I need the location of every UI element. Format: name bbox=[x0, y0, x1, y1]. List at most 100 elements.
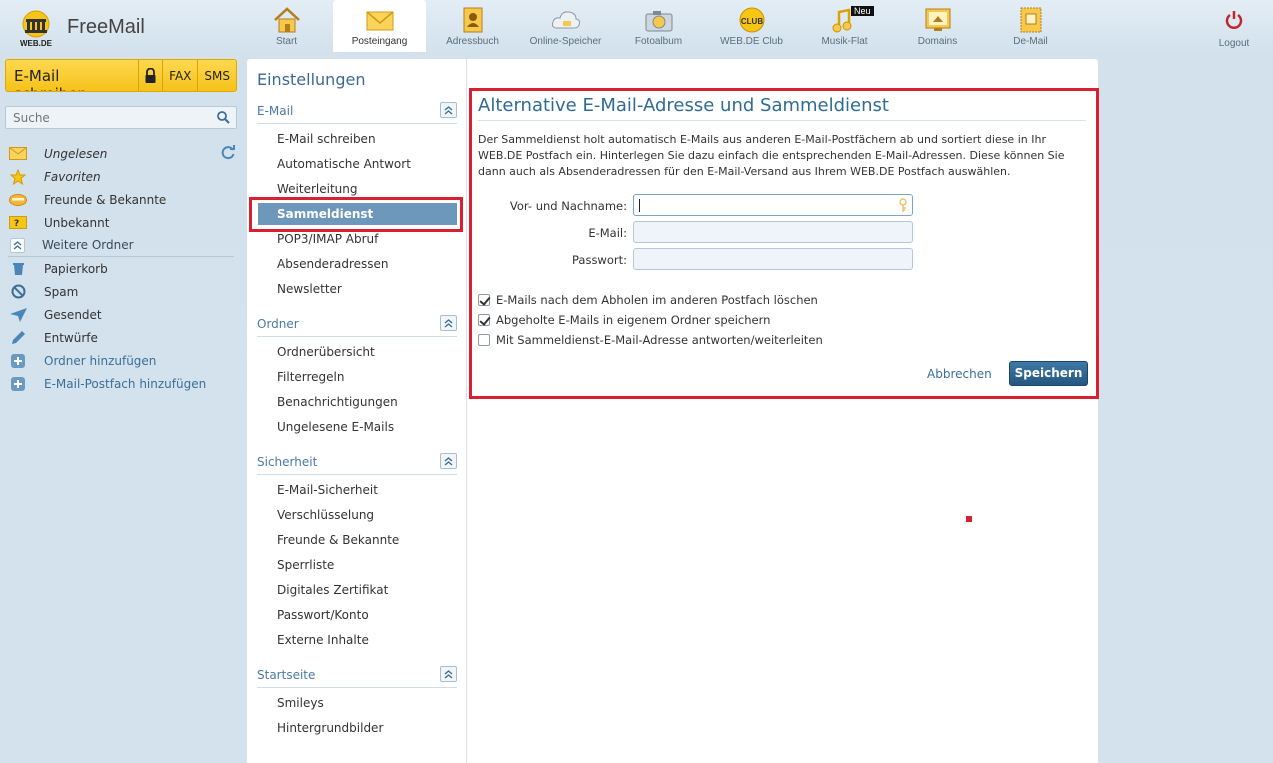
checkbox-delete-after-fetch[interactable]: E-Mails nach dem Abholen im anderen Post… bbox=[478, 293, 818, 307]
section-security: Sicherheit bbox=[257, 453, 457, 475]
nav-domains-label: Domains bbox=[917, 36, 958, 47]
settings-item[interactable]: E-Mail-Sicherheit bbox=[277, 483, 378, 497]
nav-club[interactable]: CLUB WEB.DE Club bbox=[705, 0, 798, 50]
collapse-button[interactable] bbox=[440, 102, 457, 118]
settings-item[interactable]: Automatische Antwort bbox=[277, 157, 411, 171]
collapse-button[interactable] bbox=[440, 315, 457, 331]
checkbox[interactable] bbox=[478, 294, 490, 306]
settings-item[interactable]: Weiterleitung bbox=[277, 182, 357, 196]
settings-title: Einstellungen bbox=[257, 70, 366, 89]
settings-item[interactable]: POP3/IMAP Abruf bbox=[277, 232, 378, 246]
password-field[interactable] bbox=[633, 248, 913, 270]
folder-friends[interactable]: Freunde & Bekannte bbox=[8, 188, 238, 211]
checkbox-reply-with-address[interactable]: Mit Sammeldienst-E-Mail-Adresse antworte… bbox=[478, 333, 823, 347]
nav-music[interactable]: Neu Musik-Flat bbox=[798, 0, 891, 50]
folder-label: Entwürfe bbox=[44, 330, 98, 345]
nav-inbox[interactable]: Posteingang bbox=[333, 0, 426, 52]
checkbox-own-folder[interactable]: Abgeholte E-Mails in eigenem Ordner spei… bbox=[478, 313, 770, 327]
search-icon[interactable] bbox=[217, 111, 230, 124]
folder-spam[interactable]: Spam bbox=[8, 280, 238, 303]
highlight-frame bbox=[249, 197, 463, 232]
save-button[interactable]: Speichern bbox=[1009, 361, 1088, 386]
settings-item[interactable]: Newsletter bbox=[277, 282, 342, 296]
chevrons-up-icon bbox=[444, 670, 453, 679]
webde-logo[interactable]: WEB.DE bbox=[16, 10, 56, 48]
collapse-button[interactable] bbox=[440, 453, 457, 469]
settings-item[interactable]: Absenderadressen bbox=[277, 257, 389, 271]
folder-sent[interactable]: Gesendet bbox=[8, 303, 238, 326]
section-folders: Ordner bbox=[257, 315, 457, 337]
form-title: Alternative E-Mail-Adresse und Sammeldie… bbox=[478, 95, 889, 116]
chevrons-up-icon bbox=[444, 319, 453, 328]
folder-list: Ungelesen Favoriten Freunde & Bekannte ?… bbox=[8, 142, 238, 395]
product-name: FreeMail bbox=[67, 16, 145, 38]
checkbox[interactable] bbox=[478, 314, 490, 326]
plus-icon bbox=[11, 376, 25, 391]
svg-text:?: ? bbox=[14, 219, 19, 229]
settings-item[interactable]: Filterregeln bbox=[277, 370, 345, 384]
folder-unknown[interactable]: ? Unbekannt bbox=[8, 211, 238, 234]
folder-favorites[interactable]: Favoriten bbox=[8, 165, 238, 188]
search-input[interactable] bbox=[6, 107, 206, 128]
settings-item[interactable]: E-Mail schreiben bbox=[277, 132, 376, 146]
folder-trash[interactable]: Papierkorb bbox=[8, 257, 238, 280]
checkbox[interactable] bbox=[478, 334, 490, 346]
folder-label: Freunde & Bekannte bbox=[44, 192, 167, 207]
nav-start[interactable]: Start bbox=[240, 0, 333, 50]
lock-icon bbox=[145, 67, 156, 83]
camera-icon bbox=[645, 11, 672, 32]
lock-button[interactable] bbox=[138, 60, 162, 91]
new-badge: Neu bbox=[851, 6, 874, 16]
cloud-icon bbox=[551, 11, 580, 29]
folder-label: Favoriten bbox=[44, 169, 101, 184]
settings-item[interactable]: Sperrliste bbox=[277, 558, 334, 572]
more-folders-toggle[interactable]: Weitere Ordner bbox=[8, 234, 234, 257]
compose-button[interactable]: E-Mail schreiben bbox=[6, 60, 138, 91]
folder-drafts[interactable]: Entwürfe bbox=[8, 326, 238, 349]
name-field[interactable] bbox=[633, 194, 913, 216]
settings-item[interactable]: Verschlüsselung bbox=[277, 508, 374, 522]
sms-button[interactable]: SMS bbox=[197, 60, 236, 91]
folder-unread[interactable]: Ungelesen bbox=[8, 142, 238, 165]
add-mailbox-button[interactable]: E-Mail-Postfach hinzufügen bbox=[8, 372, 238, 395]
fax-button[interactable]: FAX bbox=[162, 60, 197, 91]
chevrons-up-icon bbox=[444, 457, 453, 466]
logout-button[interactable]: Logout bbox=[1210, 10, 1258, 49]
settings-item[interactable]: Freunde & Bekannte bbox=[277, 533, 399, 547]
nav-domains[interactable]: Domains bbox=[891, 0, 984, 50]
folder-label: Papierkorb bbox=[44, 261, 108, 276]
checkbox-label: E-Mails nach dem Abholen im anderen Post… bbox=[496, 293, 818, 307]
add-folder-button[interactable]: Ordner hinzufügen bbox=[8, 349, 238, 372]
section-email: E-Mail bbox=[257, 102, 457, 124]
email-field[interactable] bbox=[633, 221, 913, 243]
nav-demail[interactable]: De-Mail bbox=[984, 0, 1077, 50]
collapse-button[interactable] bbox=[440, 666, 457, 682]
domain-icon bbox=[925, 8, 950, 31]
folder-label: Weitere Ordner bbox=[42, 238, 134, 252]
settings-navigation: Einstellungen E-Mail E-Mail schreiben Au… bbox=[247, 59, 467, 763]
nav-contacts[interactable]: Adressbuch bbox=[426, 0, 519, 50]
refresh-icon[interactable] bbox=[221, 145, 236, 160]
folder-label: Ungelesen bbox=[44, 146, 108, 161]
password-label: Passwort: bbox=[571, 253, 627, 267]
nav-storage[interactable]: Online-Speicher bbox=[519, 0, 612, 50]
settings-item[interactable]: Hintergrundbilder bbox=[277, 721, 383, 735]
block-icon bbox=[11, 284, 25, 299]
addressbook-icon bbox=[463, 7, 482, 33]
nav-photo[interactable]: Fotoalbum bbox=[612, 0, 705, 50]
cancel-link[interactable]: Abbrechen bbox=[927, 367, 992, 381]
settings-item[interactable]: Smileys bbox=[277, 696, 324, 710]
folder-label: Spam bbox=[44, 284, 79, 299]
form-description: Der Sammeldienst holt automatisch E-Mail… bbox=[478, 133, 1065, 178]
email-label: E-Mail: bbox=[588, 226, 627, 240]
settings-item[interactable]: Ungelesene E-Mails bbox=[277, 420, 394, 434]
top-navigation: Start Posteingang Adressbuch Online-Spei… bbox=[240, 0, 1077, 52]
settings-item[interactable]: Passwort/Konto bbox=[277, 608, 369, 622]
envelope-icon bbox=[366, 11, 393, 31]
settings-item[interactable]: Ordnerübersicht bbox=[277, 345, 375, 359]
nav-contacts-label: Adressbuch bbox=[446, 36, 499, 47]
send-icon bbox=[9, 307, 27, 322]
settings-item[interactable]: Externe Inhalte bbox=[277, 633, 369, 647]
settings-item[interactable]: Benachrichtigungen bbox=[277, 395, 398, 409]
settings-item[interactable]: Digitales Zertifikat bbox=[277, 583, 388, 597]
